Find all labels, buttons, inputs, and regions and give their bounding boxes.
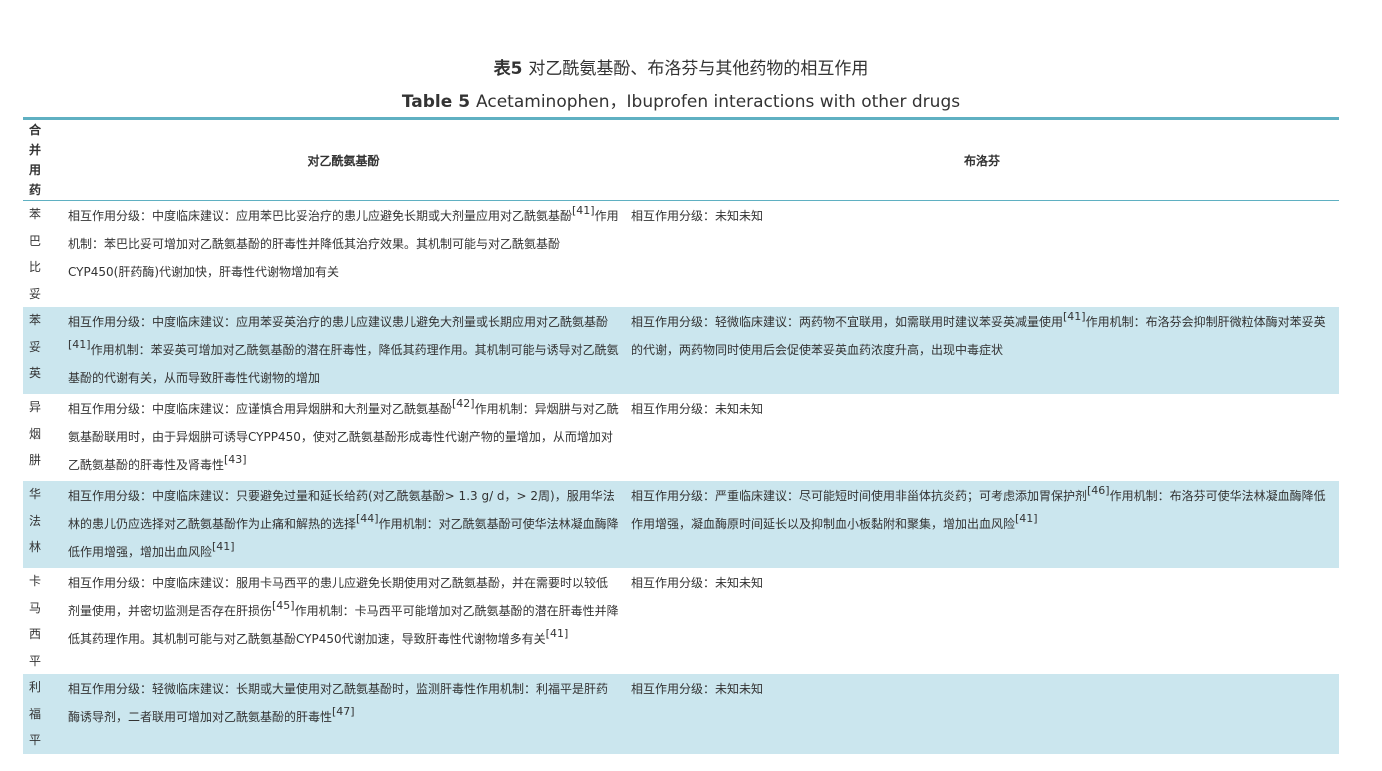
- drug-name-cell: 苯妥英: [23, 307, 62, 394]
- drug-name-cell: 异烟肼: [29, 400, 42, 467]
- header-combined-drug: 合并用药: [23, 118, 62, 201]
- ibuprofen-cell: 相互作用分级：未知未知: [625, 394, 1339, 481]
- cell-text: 相互作用分级：未知未知: [631, 682, 764, 696]
- table-row: 苯巴比妥 相互作用分级：中度临床建议：应用苯巴比妥治疗的患儿应避免长期或大剂量应…: [23, 201, 1339, 308]
- citation-ref: [46]: [1087, 484, 1110, 497]
- citation-ref: [41]: [68, 338, 91, 351]
- ibuprofen-cell: 相互作用分级：未知未知: [625, 674, 1339, 754]
- cell-text: 相互作用分级：中度临床建议：应用苯妥英治疗的患儿应建议患儿避免大剂量或长期应用对…: [68, 315, 609, 329]
- table-title-cn-text: 对乙酰氨基酚、布洛芬与其他药物的相互作用: [528, 59, 869, 79]
- header-acetaminophen: 对乙酰氨基酚: [62, 118, 625, 201]
- cell-text: 相互作用分级：轻微临床建议：两药物不宜联用，如需联用时建议苯妥英减量使用: [631, 315, 1064, 329]
- table-title-en: Table 5 Acetaminophen，Ibuprofen interacti…: [23, 90, 1339, 114]
- table-title-cn: 表5 对乙酰氨基酚、布洛芬与其他药物的相互作用: [23, 57, 1339, 81]
- cell-text: 相互作用分级：未知未知: [631, 576, 764, 590]
- cell-text: 相互作用分级：中度临床建议：应用苯巴比妥治疗的患儿应避免长期或大剂量应用对乙酰氨…: [68, 209, 573, 223]
- ibuprofen-cell: 相互作用分级：未知未知: [625, 201, 1339, 308]
- table-row: 利福平 相互作用分级：轻微临床建议：长期或大量使用对乙酰氨基酚时，监测肝毒性作用…: [23, 674, 1339, 754]
- table-row: 苯妥英 相互作用分级：中度临床建议：应用苯妥英治疗的患儿应建议患儿避免大剂量或长…: [23, 307, 1339, 394]
- table-header-row: 合并用药 对乙酰氨基酚 布洛芬: [23, 118, 1339, 201]
- cell-text: 相互作用分级：未知未知: [631, 209, 764, 223]
- acetaminophen-cell: 相互作用分级：中度临床建议：应用苯巴比妥治疗的患儿应避免长期或大剂量应用对乙酰氨…: [62, 201, 625, 308]
- ibuprofen-cell: 相互作用分级：未知未知: [625, 568, 1339, 674]
- cell-text: 相互作用分级：严重临床建议：尽可能短时间使用非甾体抗炎药；可考虑添加胃保护剂: [631, 489, 1088, 503]
- citation-ref: [45]: [272, 599, 295, 612]
- acetaminophen-cell: 相互作用分级：中度临床建议：应谨慎合用异烟肼和大剂量对乙酰氨基酚[42]作用机制…: [62, 394, 625, 481]
- cell-text: 相互作用分级：未知未知: [631, 402, 764, 416]
- citation-ref: [41]: [1015, 512, 1038, 525]
- table-label-cn: 表5: [493, 59, 523, 79]
- interactions-table: 合并用药 对乙酰氨基酚 布洛芬 苯巴比妥 相互作用分级：中度临床建议：应用苯巴比…: [23, 117, 1339, 754]
- header-ibuprofen: 布洛芬: [625, 118, 1339, 201]
- citation-ref: [43]: [224, 453, 247, 466]
- citation-ref: [44]: [356, 512, 379, 525]
- ibuprofen-cell: 相互作用分级：严重临床建议：尽可能短时间使用非甾体抗炎药；可考虑添加胃保护剂[4…: [625, 481, 1339, 568]
- citation-ref: [41]: [212, 540, 235, 553]
- drug-name-cell: 利福平: [23, 674, 62, 754]
- table-body: 苯巴比妥 相互作用分级：中度临床建议：应用苯巴比妥治疗的患儿应避免长期或大剂量应…: [23, 201, 1339, 754]
- table-row: 异烟肼 相互作用分级：中度临床建议：应谨慎合用异烟肼和大剂量对乙酰氨基酚[42]…: [23, 394, 1339, 481]
- drug-name-cell: 卡马西平: [29, 574, 42, 668]
- citation-ref: [42]: [452, 397, 475, 410]
- table-row: 华法林 相互作用分级：中度临床建议：只要避免过量和延长给药(对乙酰氨基酚> 1.…: [23, 481, 1339, 568]
- cell-text: 相互作用分级：中度临床建议：应谨慎合用异烟肼和大剂量对乙酰氨基酚: [68, 402, 453, 416]
- table-row: 卡马西平 相互作用分级：中度临床建议：服用卡马西平的患儿应避免长期使用对乙酰氨基…: [23, 568, 1339, 674]
- acetaminophen-cell: 相互作用分级：中度临床建议：服用卡马西平的患儿应避免长期使用对乙酰氨基酚，并在需…: [62, 568, 625, 674]
- citation-ref: [41]: [572, 204, 595, 217]
- ibuprofen-cell: 相互作用分级：轻微临床建议：两药物不宜联用，如需联用时建议苯妥英减量使用[41]…: [625, 307, 1339, 394]
- acetaminophen-cell: 相互作用分级：轻微临床建议：长期或大量使用对乙酰氨基酚时，监测肝毒性作用机制：利…: [62, 674, 625, 754]
- drug-name-cell: 华法林: [23, 481, 62, 568]
- citation-ref: [41]: [1063, 310, 1086, 323]
- table-title-en-text: Acetaminophen，Ibuprofen interactions wit…: [476, 92, 961, 112]
- cell-text: 作用机制：苯妥英可增加对乙酰氨基酚的潜在肝毒性，降低其药理作用。其机制可能与诱导…: [68, 343, 619, 385]
- drug-name-cell: 苯巴比妥: [29, 207, 42, 301]
- table-label-en: Table 5: [401, 92, 471, 112]
- acetaminophen-cell: 相互作用分级：中度临床建议：应用苯妥英治疗的患儿应建议患儿避免大剂量或长期应用对…: [62, 307, 625, 394]
- citation-ref: [47]: [332, 705, 355, 718]
- citation-ref: [41]: [545, 627, 569, 640]
- acetaminophen-cell: 相互作用分级：中度临床建议：只要避免过量和延长给药(对乙酰氨基酚> 1.3 g/…: [62, 481, 625, 568]
